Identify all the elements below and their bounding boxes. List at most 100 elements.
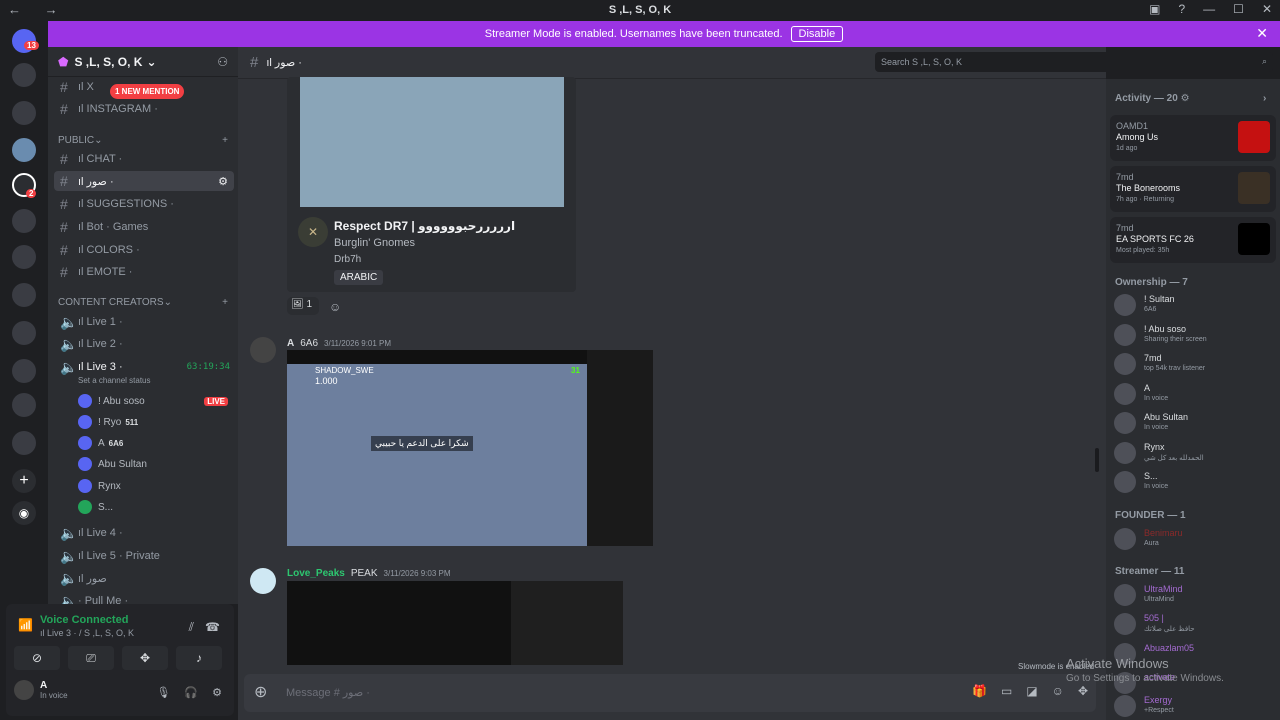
new-mention-pill[interactable]: 1 NEW MENTION (110, 84, 185, 99)
voice-channel-live-4[interactable]: 🔈 ıl Live 4 · (54, 523, 234, 543)
voice-channel-live-3[interactable]: 🔈 ıl Live 3 · 63:19:34 (54, 357, 234, 377)
activity-card[interactable]: 7md EA SPORTS FC 26 Most played: 35h (1110, 217, 1276, 263)
sticker-icon[interactable]: ◪ (1026, 684, 1037, 698)
activation-watermark: Activate Windows (1066, 656, 1169, 671)
server-icon[interactable] (12, 321, 36, 345)
category-public[interactable]: PUBLIC ⌄ + (58, 135, 228, 146)
member-item[interactable]: ! Sultan 6A6 (1114, 292, 1276, 320)
voice-user[interactable]: Abu Sultan (78, 457, 228, 471)
channel-status[interactable]: Set a channel status (78, 376, 151, 385)
voice-user[interactable]: Rynx (78, 479, 228, 493)
voice-connected-label[interactable]: Voice Connected (40, 614, 128, 626)
avatar[interactable] (250, 568, 276, 594)
server-icon[interactable] (12, 431, 36, 455)
add-reaction-icon[interactable]: ☺ (329, 300, 341, 314)
soundboard-button[interactable]: ♪ (176, 646, 222, 670)
server-icon[interactable] (12, 393, 36, 417)
embed-image[interactable] (300, 77, 564, 207)
channel-instagram[interactable]: # ıl INSTAGRAM · (54, 99, 234, 119)
stream-screenshot[interactable] (287, 581, 623, 665)
member-item[interactable]: 505 | حافظ علی صلاتك (1114, 611, 1276, 639)
add-server-icon[interactable]: + (12, 469, 36, 493)
camera-off-button[interactable]: ⊘ (14, 646, 60, 670)
reaction-button[interactable]: 🖼 1 (287, 297, 319, 315)
hash-icon: # (60, 151, 68, 167)
channel-images[interactable]: # ıl صور · ⚙ (54, 171, 234, 191)
signal-icon[interactable]: 📶 (18, 618, 33, 632)
channel-suggestions[interactable]: # ıl SUGGESTIONS · (54, 194, 234, 214)
add-attachment-icon[interactable]: ⊕ (254, 682, 267, 702)
music-embed[interactable]: ✕ Respect DR7 | ارررررحبوووووو Burglin' … (287, 77, 576, 292)
member-item[interactable]: A In voice (1114, 381, 1276, 409)
maximize-icon[interactable]: ☐ (1233, 2, 1244, 16)
member-item[interactable]: 7md top 54k trav listener (1114, 351, 1276, 379)
discover-icon[interactable]: ◉ (12, 501, 36, 525)
headphones-icon[interactable]: 🎧 (184, 686, 198, 699)
inbox-icon[interactable]: ▣ (1149, 2, 1160, 16)
voice-channel-images[interactable]: 🔈 ıl صور (54, 568, 234, 588)
server-icon[interactable] (12, 209, 36, 233)
category-content-creators[interactable]: CONTENT CREATORS ⌄ + (58, 297, 228, 308)
voice-user[interactable]: ! Ryo 511 (78, 415, 228, 429)
channel-colors[interactable]: # ıl COLORS · (54, 240, 234, 260)
add-channel-icon[interactable]: + (222, 297, 228, 308)
server-icon[interactable] (12, 63, 36, 87)
mic-icon[interactable]: 🎙 (156, 686, 170, 699)
close-icon[interactable]: ✕ (1262, 2, 1272, 16)
message-input[interactable]: Message # صور · (286, 686, 370, 699)
author-name[interactable]: A (287, 338, 294, 349)
gift-icon[interactable]: 🎁 (972, 684, 987, 698)
scrollbar[interactable] (1095, 448, 1099, 472)
server-header[interactable]: ⬟ S ,L, S, O, K ⌄ ⚇ (48, 47, 238, 77)
author-name[interactable]: Love_Peaks (287, 568, 345, 579)
voice-channel-live-5[interactable]: 🔈 ıl Live 5 · Private (54, 546, 234, 566)
help-icon[interactable]: ? (1178, 2, 1185, 16)
server-icon[interactable] (12, 359, 36, 383)
disable-button[interactable]: Disable (790, 26, 844, 42)
embed-title[interactable]: Respect DR7 | ارررررحبوووووو (334, 219, 515, 233)
current-user[interactable]: A In voice (14, 680, 68, 700)
disconnect-icon[interactable]: ☎ (205, 620, 220, 634)
search-input[interactable]: Search S ,L, S, O, K ⌕ (875, 52, 1273, 72)
member-item[interactable]: UltraMind UltraMind (1114, 582, 1276, 610)
settings-icon[interactable]: ⚙ (218, 175, 228, 188)
member-item[interactable]: S... In voice (1114, 469, 1276, 497)
gif-icon[interactable]: ▭ (1001, 684, 1012, 698)
add-channel-icon[interactable]: + (222, 135, 228, 146)
channel-emote[interactable]: # ıl EMOTE · (54, 262, 234, 282)
settings-icon[interactable]: ⚙ (212, 686, 222, 699)
channel-chat[interactable]: # ıl CHAT · (54, 149, 234, 169)
voice-channel-pull-me[interactable]: 🔈 · Pull Me · (54, 591, 234, 605)
invite-icon[interactable]: ⚇ (217, 55, 228, 69)
activities-button[interactable]: ✥ (122, 646, 168, 670)
server-icon[interactable] (12, 245, 36, 269)
voice-channel-live-1[interactable]: 🔈 ıl Live 1 · (54, 312, 234, 332)
server-icon[interactable] (12, 101, 36, 125)
activity-header[interactable]: Activity — 20 ⚙ › (1115, 93, 1266, 104)
close-icon[interactable]: ✕ (1256, 25, 1268, 42)
member-item[interactable]: Exergy +Respect (1114, 693, 1276, 720)
voice-location[interactable]: ıl Live 3 · / S ,L, S, O, K (40, 628, 134, 638)
activity-card[interactable]: OAMD1 Among Us 1d ago (1110, 115, 1276, 161)
activity-card[interactable]: 7md The Bonerooms 7h ago · Returning (1110, 166, 1276, 212)
emoji-icon[interactable]: ☺ (1052, 684, 1064, 698)
screen-share-button[interactable]: ⎚ (68, 646, 114, 670)
window-controls[interactable]: ▣? — ☐ ✕ (1149, 2, 1272, 16)
member-item[interactable]: Rynx الحمدلله بعد كل شي (1114, 440, 1276, 468)
stream-screenshot[interactable]: SHADOW_SWE 1.000 31 شكرا على الدعم يا حب… (287, 350, 653, 546)
voice-user[interactable]: A 6A6 (78, 436, 228, 450)
chevron-right-icon[interactable]: › (1263, 93, 1266, 104)
channel-bot-games[interactable]: # ıl Bot · Games (54, 217, 234, 237)
server-icon[interactable] (12, 283, 36, 307)
server-icon[interactable] (12, 138, 36, 162)
member-item[interactable]: Abu Sultan In voice (1114, 410, 1276, 438)
voice-channel-live-2[interactable]: 🔈 ıl Live 2 · (54, 334, 234, 354)
voice-user[interactable]: S... (78, 500, 228, 514)
member-item[interactable]: Benimaru Aura (1114, 526, 1276, 554)
voice-user[interactable]: ! Abu soso LIVE (78, 394, 228, 408)
member-item[interactable]: ! Abu soso Sharing their screen (1114, 322, 1276, 350)
avatar[interactable] (250, 337, 276, 363)
noise-suppression-icon[interactable]: ⫽ (189, 620, 194, 635)
apps-icon[interactable]: ✥ (1078, 684, 1088, 698)
minimize-icon[interactable]: — (1203, 2, 1215, 16)
